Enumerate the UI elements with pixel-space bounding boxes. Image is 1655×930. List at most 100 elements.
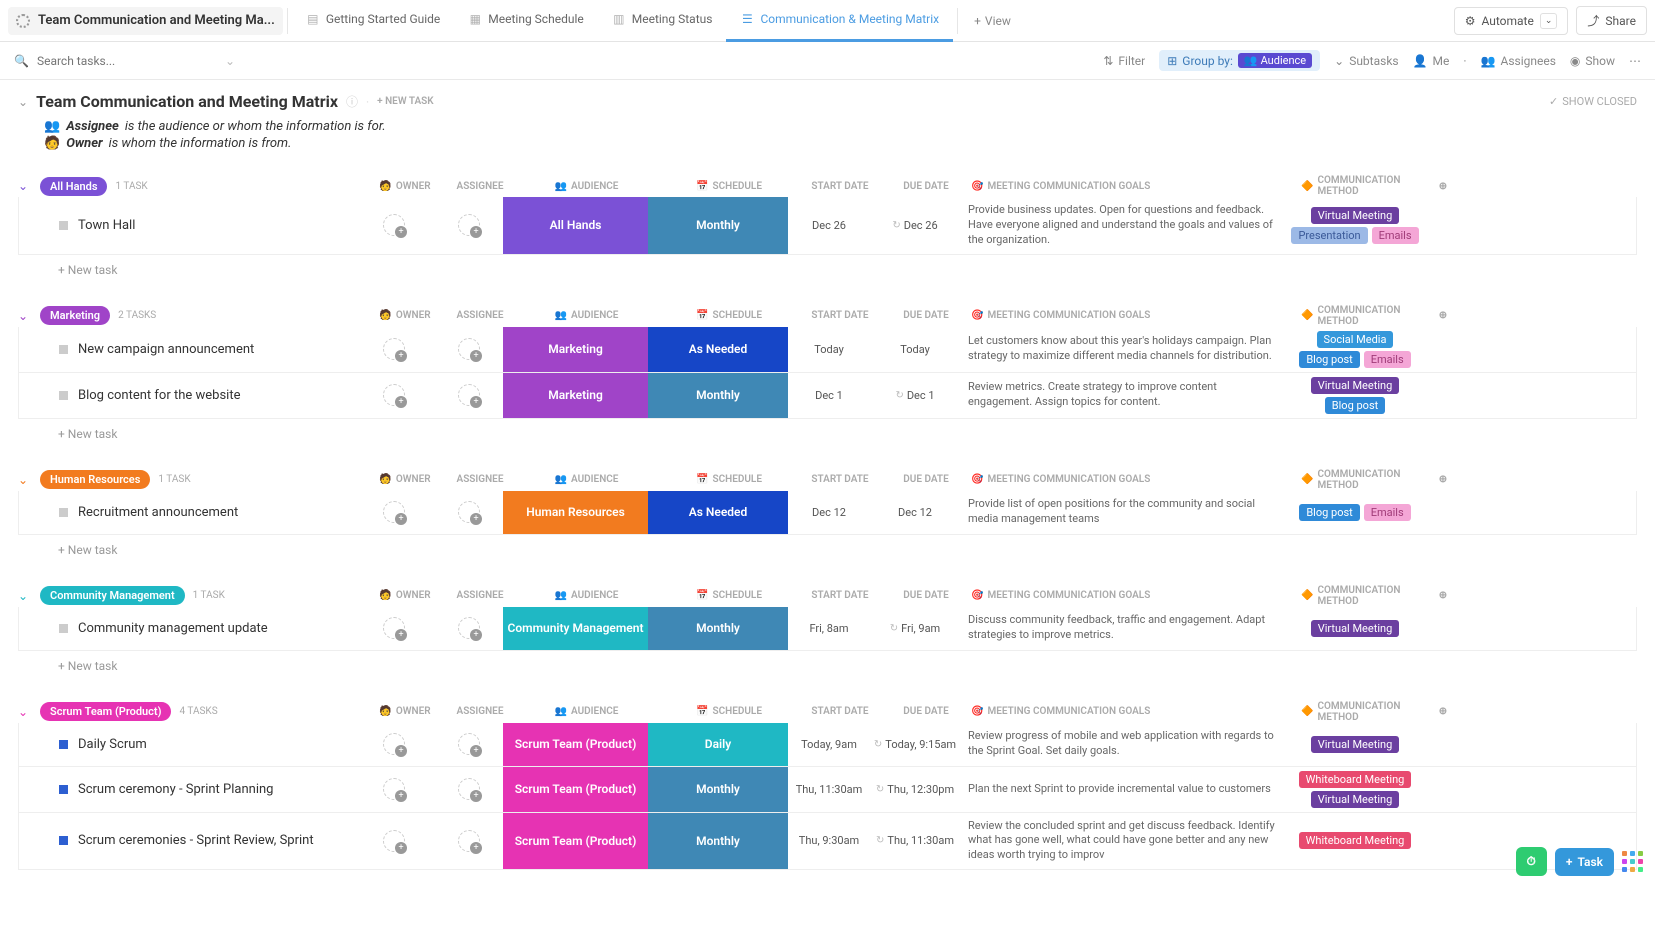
method-tag[interactable]: Presentation bbox=[1291, 227, 1367, 244]
new-task-button[interactable]: + New task bbox=[18, 419, 1637, 449]
group-badge[interactable]: Scrum Team (Product) bbox=[40, 702, 171, 721]
col-due[interactable]: DUE DATE bbox=[881, 474, 971, 485]
info-icon[interactable]: ⓘ bbox=[346, 93, 358, 110]
status-square-icon[interactable] bbox=[59, 836, 68, 845]
more-button[interactable]: ⋯ bbox=[1629, 54, 1641, 68]
col-assignee[interactable]: ASSIGNEE bbox=[446, 310, 514, 321]
group-badge[interactable]: All Hands bbox=[40, 177, 107, 196]
audience-cell[interactable]: Marketing bbox=[503, 373, 648, 418]
method-tag[interactable]: Emails bbox=[1364, 504, 1411, 521]
task-name-cell[interactable]: Blog content for the website bbox=[19, 373, 353, 418]
col-schedule[interactable]: 📅SCHEDULE bbox=[659, 181, 799, 192]
method-tag[interactable]: Virtual Meeting bbox=[1311, 207, 1400, 224]
method-tag[interactable]: Virtual Meeting bbox=[1311, 736, 1400, 753]
col-start[interactable]: START DATE bbox=[799, 590, 881, 601]
subtasks-button[interactable]: ⌄Subtasks bbox=[1334, 54, 1398, 68]
col-assignee[interactable]: ASSIGNEE bbox=[446, 181, 514, 192]
col-assignee[interactable]: ASSIGNEE bbox=[446, 590, 514, 601]
tab-schedule[interactable]: ▦Meeting Schedule bbox=[454, 0, 597, 42]
schedule-cell[interactable]: Monthly bbox=[648, 813, 788, 870]
col-audience[interactable]: 👥AUDIENCE bbox=[514, 310, 659, 321]
group-collapse-toggle[interactable]: ⌄ bbox=[18, 705, 32, 719]
start-date-cell[interactable]: Thu, 11:30am bbox=[788, 767, 870, 812]
avatar-placeholder-icon[interactable] bbox=[458, 617, 480, 639]
method-tag[interactable]: Emails bbox=[1372, 227, 1419, 244]
avatar-placeholder-icon[interactable] bbox=[458, 733, 480, 755]
avatar-placeholder-icon[interactable] bbox=[458, 778, 480, 800]
show-button[interactable]: ◉Show bbox=[1570, 54, 1615, 68]
group-collapse-toggle[interactable]: ⌄ bbox=[18, 179, 32, 193]
group-collapse-toggle[interactable]: ⌄ bbox=[18, 589, 32, 603]
new-task-button[interactable]: + New task bbox=[18, 535, 1637, 565]
audience-chip[interactable]: 👥Audience bbox=[1238, 53, 1312, 68]
owner-cell[interactable] bbox=[353, 723, 435, 766]
tab-matrix[interactable]: ☰Communication & Meeting Matrix bbox=[726, 0, 953, 42]
new-task-header-button[interactable]: + NEW TASK bbox=[377, 96, 434, 107]
share-button[interactable]: ⤴Share bbox=[1576, 6, 1647, 35]
assignee-cell[interactable] bbox=[435, 767, 503, 812]
collapse-toggle[interactable]: ⌄ bbox=[18, 95, 28, 109]
chevron-down-icon[interactable]: ⌄ bbox=[1540, 13, 1558, 29]
goals-cell[interactable]: Provide business updates. Open for quest… bbox=[960, 197, 1290, 254]
col-start[interactable]: START DATE bbox=[799, 474, 881, 485]
col-owner[interactable]: 🧑OWNER bbox=[364, 310, 446, 321]
task-name-cell[interactable]: Town Hall bbox=[19, 197, 353, 254]
avatar-placeholder-icon[interactable] bbox=[458, 338, 480, 360]
group-badge[interactable]: Community Management bbox=[40, 586, 185, 605]
col-due[interactable]: DUE DATE bbox=[881, 590, 971, 601]
method-cell[interactable]: Blog post Emails bbox=[1290, 491, 1420, 534]
col-method[interactable]: 🔶COMMUNICATION METHOD bbox=[1301, 701, 1431, 723]
task-name-cell[interactable]: Daily Scrum bbox=[19, 723, 353, 766]
task-name-cell[interactable]: Recruitment announcement bbox=[19, 491, 353, 534]
search-input[interactable] bbox=[37, 54, 217, 68]
start-date-cell[interactable]: Today bbox=[788, 327, 870, 372]
start-date-cell[interactable]: Dec 12 bbox=[788, 491, 870, 534]
avatar-placeholder-icon[interactable] bbox=[383, 617, 405, 639]
method-cell[interactable]: Whiteboard MeetingVirtual Meeting bbox=[1290, 767, 1420, 812]
add-column-button[interactable]: ⊕ bbox=[1431, 590, 1455, 601]
avatar-placeholder-icon[interactable] bbox=[458, 501, 480, 523]
audience-cell[interactable]: Scrum Team (Product) bbox=[503, 723, 648, 766]
group-badge[interactable]: Human Resources bbox=[40, 470, 150, 489]
tab-status[interactable]: ▥Meeting Status bbox=[598, 0, 727, 42]
schedule-cell[interactable]: As Needed bbox=[648, 327, 788, 372]
group-collapse-toggle[interactable]: ⌄ bbox=[18, 473, 32, 487]
col-owner[interactable]: 🧑OWNER bbox=[364, 706, 446, 717]
task-row[interactable]: Community management update Community Ma… bbox=[18, 607, 1637, 651]
group-badge[interactable]: Marketing bbox=[40, 306, 110, 325]
schedule-cell[interactable]: As Needed bbox=[648, 491, 788, 534]
assignee-cell[interactable] bbox=[435, 607, 503, 650]
avatar-placeholder-icon[interactable] bbox=[383, 338, 405, 360]
status-square-icon[interactable] bbox=[59, 785, 68, 794]
audience-cell[interactable]: Scrum Team (Product) bbox=[503, 767, 648, 812]
task-row[interactable]: New campaign announcement Marketing As N… bbox=[18, 327, 1637, 373]
add-column-button[interactable]: ⊕ bbox=[1431, 706, 1455, 717]
col-start[interactable]: START DATE bbox=[799, 310, 881, 321]
method-tag[interactable]: Whiteboard Meeting bbox=[1299, 771, 1412, 788]
due-date-cell[interactable]: ↻Fri, 9am bbox=[870, 607, 960, 650]
method-tag[interactable]: Emails bbox=[1364, 351, 1411, 368]
col-audience[interactable]: 👥AUDIENCE bbox=[514, 706, 659, 717]
assignee-cell[interactable] bbox=[435, 373, 503, 418]
goals-cell[interactable]: Provide list of open positions for the c… bbox=[960, 491, 1290, 534]
owner-cell[interactable] bbox=[353, 767, 435, 812]
task-row[interactable]: Daily Scrum Scrum Team (Product) Daily T… bbox=[18, 723, 1637, 767]
groupby-button[interactable]: ⊞Group by: 👥Audience bbox=[1159, 50, 1320, 71]
add-column-button[interactable]: ⊕ bbox=[1431, 310, 1455, 321]
audience-cell[interactable]: Human Resources bbox=[503, 491, 648, 534]
audience-cell[interactable]: Marketing bbox=[503, 327, 648, 372]
new-task-button[interactable]: + New task bbox=[18, 651, 1637, 681]
method-tag[interactable]: Blog post bbox=[1299, 504, 1359, 521]
task-name-cell[interactable]: New campaign announcement bbox=[19, 327, 353, 372]
chevron-down-icon[interactable]: ⌄ bbox=[225, 54, 235, 68]
audience-cell[interactable]: All Hands bbox=[503, 197, 648, 254]
task-name-cell[interactable]: Community management update bbox=[19, 607, 353, 650]
method-tag[interactable]: Virtual Meeting bbox=[1311, 620, 1400, 637]
group-collapse-toggle[interactable]: ⌄ bbox=[18, 309, 32, 323]
status-square-icon[interactable] bbox=[59, 221, 68, 230]
col-owner[interactable]: 🧑OWNER bbox=[364, 590, 446, 601]
audience-cell[interactable]: Scrum Team (Product) bbox=[503, 813, 648, 870]
assignees-button[interactable]: 👥Assignees bbox=[1481, 54, 1556, 68]
status-square-icon[interactable] bbox=[59, 391, 68, 400]
due-date-cell[interactable]: Dec 12 bbox=[870, 491, 960, 534]
